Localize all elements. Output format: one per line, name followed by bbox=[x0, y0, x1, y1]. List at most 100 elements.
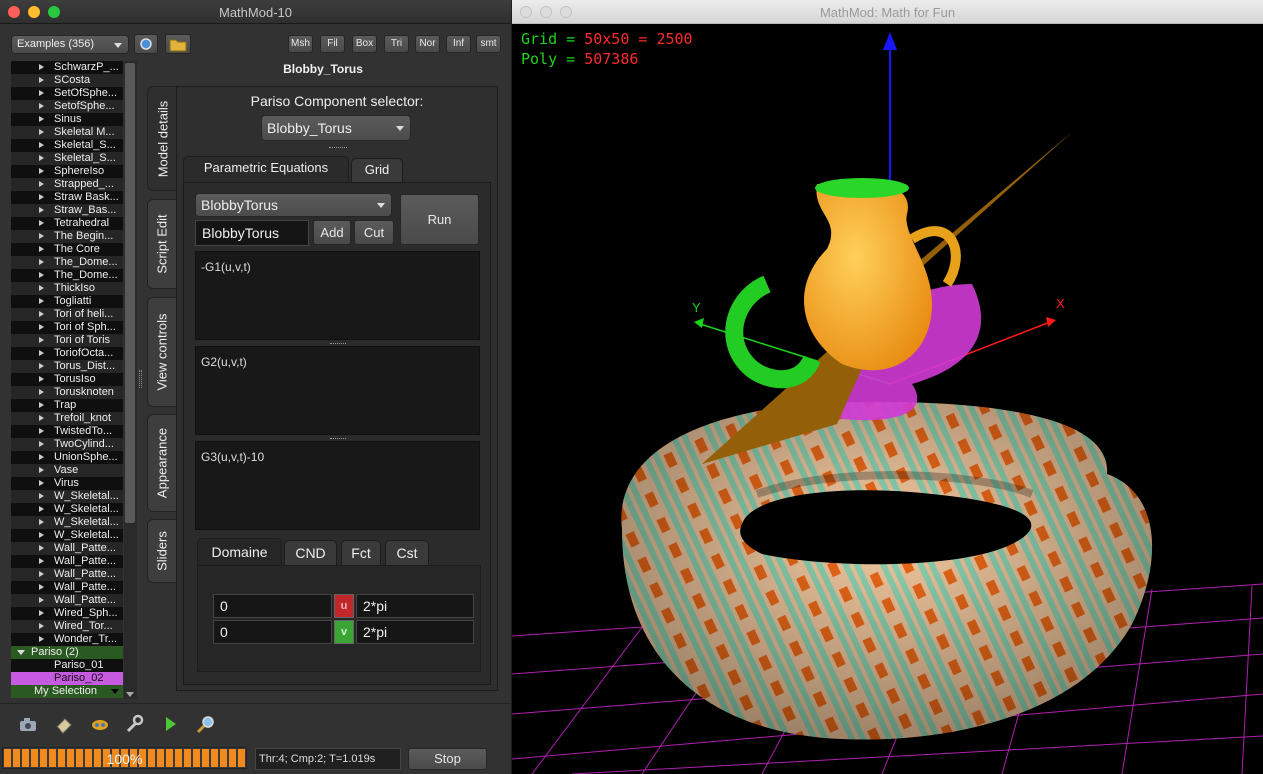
expand-arrow-icon[interactable] bbox=[39, 584, 44, 590]
tree-item[interactable]: TwistedTo... bbox=[11, 425, 123, 438]
stop-button[interactable]: Stop bbox=[408, 748, 487, 770]
expand-arrow-icon[interactable] bbox=[39, 532, 44, 538]
tree-item[interactable]: SCosta bbox=[11, 74, 123, 87]
expand-arrow-icon[interactable] bbox=[39, 337, 44, 343]
expand-arrow-icon[interactable] bbox=[39, 233, 44, 239]
expand-arrow-icon[interactable] bbox=[39, 467, 44, 473]
expand-arrow-icon[interactable] bbox=[39, 376, 44, 382]
equation-y-editor[interactable]: G2(u,v,t) bbox=[195, 346, 480, 435]
equation-name-combo[interactable]: BlobbyTorus bbox=[195, 193, 392, 217]
toolbar-button-tri[interactable]: Tri bbox=[384, 35, 409, 53]
tree-item[interactable]: Wonder_Tr... bbox=[11, 633, 123, 646]
expand-arrow-icon[interactable] bbox=[39, 480, 44, 486]
expand-arrow-icon[interactable] bbox=[39, 259, 44, 265]
tree-item[interactable]: Vase bbox=[11, 464, 123, 477]
expand-arrow-icon[interactable] bbox=[39, 181, 44, 187]
tree-item[interactable]: ToriofOcta... bbox=[11, 347, 123, 360]
equation-x-editor[interactable]: -G1(u,v,t) bbox=[195, 251, 480, 340]
expand-arrow-icon[interactable] bbox=[39, 129, 44, 135]
tree-item[interactable]: Trefoil_knot bbox=[11, 412, 123, 425]
tree-item[interactable]: Wired_Sph... bbox=[11, 607, 123, 620]
expand-arrow-icon[interactable] bbox=[39, 402, 44, 408]
wrench-icon[interactable] bbox=[122, 713, 146, 737]
tree-item[interactable]: W_Skeletal... bbox=[11, 490, 123, 503]
expand-arrow-icon[interactable] bbox=[39, 298, 44, 304]
u-max-field[interactable]: 2*pi bbox=[356, 594, 474, 618]
tree-item[interactable]: Tori of Toris bbox=[11, 334, 123, 347]
v-min-field[interactable]: 0 bbox=[213, 620, 332, 644]
tree-item[interactable]: SphereIso bbox=[11, 165, 123, 178]
tree-item[interactable]: SchwarzP_... bbox=[11, 61, 123, 74]
tree-item[interactable]: Wall_Patte... bbox=[11, 542, 123, 555]
toolbar-button-fil[interactable]: Fil bbox=[320, 35, 345, 53]
tree-item[interactable]: Skeletal_S... bbox=[11, 139, 123, 152]
tree-scrollbar[interactable] bbox=[124, 61, 137, 699]
open-folder-button[interactable] bbox=[165, 34, 191, 54]
tree-item[interactable]: TorusIso bbox=[11, 373, 123, 386]
expand-arrow-icon[interactable] bbox=[39, 454, 44, 460]
expand-arrow-icon[interactable] bbox=[39, 636, 44, 642]
expand-arrow-icon[interactable] bbox=[39, 441, 44, 447]
tree-item[interactable]: Skeletal_S... bbox=[11, 152, 123, 165]
expand-arrow-icon[interactable] bbox=[39, 155, 44, 161]
toolbar-button-nor[interactable]: Nor bbox=[415, 35, 440, 53]
tree-item[interactable]: Trap bbox=[11, 399, 123, 412]
tab-view-controls[interactable]: View controls bbox=[147, 297, 177, 407]
expand-arrow-icon[interactable] bbox=[39, 64, 44, 70]
tab-cst[interactable]: Cst bbox=[385, 540, 429, 566]
tree-item[interactable]: Straw Bask... bbox=[11, 191, 123, 204]
tree-item[interactable]: SetofSphe... bbox=[11, 100, 123, 113]
tree-item[interactable]: Wall_Patte... bbox=[11, 555, 123, 568]
tree-item[interactable]: Wired_Tor... bbox=[11, 620, 123, 633]
tab-fct[interactable]: Fct bbox=[341, 540, 381, 566]
expand-arrow-icon[interactable] bbox=[39, 519, 44, 525]
expand-arrow-icon[interactable] bbox=[39, 610, 44, 616]
expand-arrow-icon[interactable] bbox=[39, 558, 44, 564]
tree-item[interactable]: The Core bbox=[11, 243, 123, 256]
expand-arrow-icon[interactable] bbox=[39, 220, 44, 226]
load-script-icon[interactable] bbox=[52, 713, 76, 737]
tree-item[interactable]: Virus bbox=[11, 477, 123, 490]
u-min-field[interactable]: 0 bbox=[213, 594, 332, 618]
tree-item[interactable]: UnionSphe... bbox=[11, 451, 123, 464]
toolbar-button-box[interactable]: Box bbox=[352, 35, 377, 53]
search-button[interactable] bbox=[134, 34, 158, 54]
expand-arrow-icon[interactable] bbox=[39, 272, 44, 278]
tab-domaine[interactable]: Domaine bbox=[197, 538, 282, 566]
expand-arrow-icon[interactable] bbox=[39, 493, 44, 499]
component-combo[interactable]: Blobby_Torus bbox=[261, 115, 411, 141]
expand-arrow-icon[interactable] bbox=[39, 103, 44, 109]
run-button[interactable]: Run bbox=[400, 194, 479, 245]
tree-item[interactable]: Togliatti bbox=[11, 295, 123, 308]
expand-arrow-icon[interactable] bbox=[39, 324, 44, 330]
expand-arrow-icon[interactable] bbox=[39, 90, 44, 96]
scroll-down-icon[interactable] bbox=[126, 692, 134, 697]
toolbar-button-msh[interactable]: Msh bbox=[288, 35, 313, 53]
tree-item[interactable]: Torus_Dist... bbox=[11, 360, 123, 373]
expand-arrow-icon[interactable] bbox=[39, 597, 44, 603]
zoom-icon[interactable] bbox=[194, 713, 218, 737]
expand-arrow-icon[interactable] bbox=[39, 389, 44, 395]
tree-item[interactable]: ThickIso bbox=[11, 282, 123, 295]
tree-item[interactable]: Tetrahedral bbox=[11, 217, 123, 230]
animate-icon[interactable] bbox=[88, 713, 112, 737]
tree-item[interactable]: Tori of heli... bbox=[11, 308, 123, 321]
expand-arrow-icon[interactable] bbox=[39, 428, 44, 434]
my-selection-group[interactable]: My Selection bbox=[11, 685, 123, 698]
cut-button[interactable]: Cut bbox=[354, 220, 394, 245]
tab-grid[interactable]: Grid bbox=[351, 158, 403, 182]
v-max-field[interactable]: 2*pi bbox=[356, 620, 474, 644]
tree-item[interactable]: W_Skeletal... bbox=[11, 529, 123, 542]
tree-item[interactable]: Wall_Patte... bbox=[11, 594, 123, 607]
examples-tree[interactable]: SchwarzP_... SCosta SetOfSphe... SetofSphe.… bbox=[11, 61, 123, 699]
tree-item[interactable]: The Begin... bbox=[11, 230, 123, 243]
expand-arrow-icon[interactable] bbox=[39, 311, 44, 317]
camera-icon[interactable] bbox=[16, 713, 40, 737]
equation-name-input[interactable]: BlobbyTorus bbox=[195, 220, 309, 246]
tree-item[interactable]: Skeletal M... bbox=[11, 126, 123, 139]
splitter-handle[interactable] bbox=[139, 370, 142, 388]
expand-arrow-icon[interactable] bbox=[39, 415, 44, 421]
tree-item[interactable]: W_Skeletal... bbox=[11, 503, 123, 516]
expand-arrow-icon[interactable] bbox=[39, 142, 44, 148]
tab-appearance[interactable]: Appearance bbox=[147, 414, 177, 512]
